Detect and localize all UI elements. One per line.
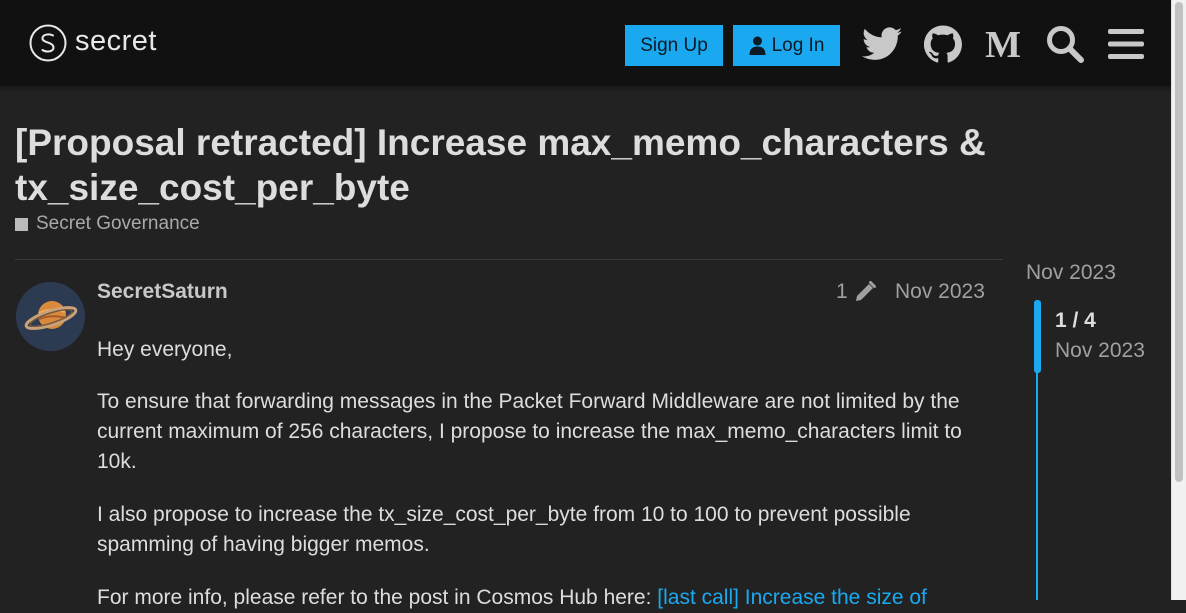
svg-text:M: M xyxy=(985,27,1021,61)
category-label: Secret Governance xyxy=(36,213,200,234)
site-logo[interactable]: secret xyxy=(29,23,157,63)
menu-icon[interactable] xyxy=(1106,24,1146,64)
edit-count: 1 xyxy=(836,280,848,303)
timeline-current-date: Nov 2023 xyxy=(1055,339,1145,362)
twitter-icon[interactable] xyxy=(862,24,902,64)
topic-title[interactable]: [Proposal retracted] Increase max_memo_c… xyxy=(15,120,1065,210)
timeline-scroller-handle[interactable] xyxy=(1034,300,1041,373)
category-color-icon xyxy=(15,217,28,231)
search-icon[interactable] xyxy=(1045,24,1085,64)
cosmos-hub-link[interactable]: [last call] Increase the size of xyxy=(657,586,927,609)
post-paragraph: To ensure that forwarding messages in th… xyxy=(97,390,962,473)
timeline-start-date[interactable]: Nov 2023 xyxy=(1026,261,1116,285)
category-badge[interactable]: Secret Governance xyxy=(15,213,200,235)
pencil-icon xyxy=(855,281,876,301)
log-in-button[interactable]: Log In xyxy=(733,25,840,66)
page-scrollbar[interactable] xyxy=(1171,0,1186,600)
avatar[interactable] xyxy=(16,282,85,351)
post-username[interactable]: SecretSaturn xyxy=(97,280,228,304)
github-icon[interactable] xyxy=(923,24,963,64)
user-icon xyxy=(749,36,766,55)
secret-logo-icon xyxy=(29,24,67,62)
post-paragraph-text: For more info, please refer to the post … xyxy=(97,586,658,609)
log-in-label: Log In xyxy=(771,34,825,56)
title-divider xyxy=(15,259,1003,260)
post-paragraph: I also propose to increase the tx_size_c… xyxy=(97,503,911,556)
post-paragraph: Hey everyone, xyxy=(97,338,233,361)
sign-up-label: Sign Up xyxy=(640,34,708,56)
logo-text: secret xyxy=(75,24,157,57)
timeline-position: 1 / 4 xyxy=(1055,309,1096,332)
sign-up-button[interactable]: Sign Up xyxy=(625,25,723,66)
post-paragraph: For more info, please refer to the post … xyxy=(97,583,977,613)
edit-history-button[interactable]: 1 xyxy=(836,280,876,304)
site-header: secret Sign Up Log In M xyxy=(0,0,1171,86)
post-date[interactable]: Nov 2023 xyxy=(895,280,985,304)
saturn-icon xyxy=(16,282,85,351)
scrollbar-thumb[interactable] xyxy=(1175,2,1183,482)
medium-icon[interactable]: M xyxy=(983,24,1023,64)
